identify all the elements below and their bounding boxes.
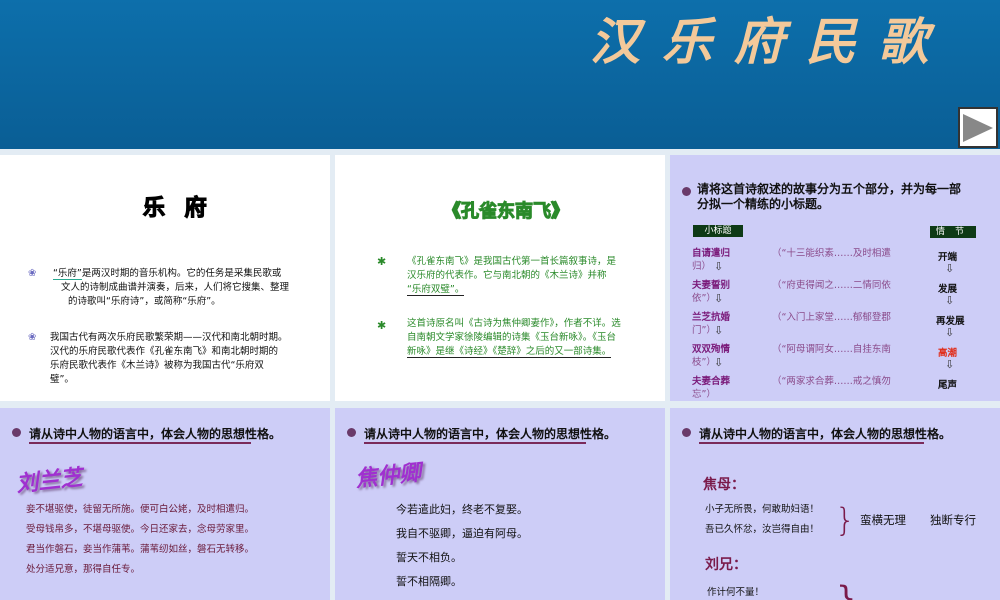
slide-title: 乐 府 [142,195,213,221]
section-title: 自请遣归 [692,248,731,259]
slide-thumbnail-peacock[interactable]: 《孔雀东南飞》 ✱ 《孔雀东南飞》是我国古代第一首长篇叙事诗，是 汉乐府的代表作… [335,155,665,401]
text: 妾不堪驱使，徒留无所施。便可白公姥，及时相遣归。 [26,504,255,515]
text: 自南朝文学家徐陵编辑的诗集《玉台新咏》。《玉台 [407,332,617,343]
quote-lines: 小子无所畏，何敢助妇语！ 吾已久怀忿，汝岂得自由！ [705,500,819,540]
quote-lines: 妾不堪驱使，徒留无所施。便可白公姥，及时相遣归。 受母钱帛多，不堪母驱使。今日还… [26,500,254,580]
section-quote-end: 枝”） [692,357,716,368]
slide-thumbnail-liulanzhi[interactable]: 请从诗中人物的语言中，体会人物的思想性格。 刘兰芝 妾不堪驱使，徒留无所施。便可… [0,408,330,600]
text: 受母钱帛多，不堪母驱使。今日还家去，念母劳家里。 [26,524,255,535]
plot-stage: 开端 [938,252,958,263]
quote-line: 作计何不量！ [707,587,765,598]
arrow-down-icon: ⇩ [714,292,724,305]
slide-thumbnail-yuefu[interactable]: 乐 府 ❀ “乐府”是两汉时期的音乐机构。它的任务是采集民歌或 文人的诗制成曲谱… [0,155,330,401]
text: 请将这首诗叙述的故事分为五个部分，并为每一部 [697,182,962,196]
header-banner: 汉乐府民歌 [0,0,1000,149]
text: 这首诗原名叫《古诗为焦仲卿妻作》，作者不详。选 [407,318,621,329]
section-title: 兰芝抗婚 [692,312,731,323]
next-slide-button[interactable] [958,107,998,148]
question: 请从诗中人物的语言中，体会人物的思想性格。 [29,427,282,441]
section-title: 夫妻誓别 [692,280,731,291]
section-title: 夫妻合葬 [692,376,731,387]
arrow-down-icon: ⇩ [714,260,724,273]
text: 璧”。 [50,374,74,385]
slide-thumbnail-structure[interactable]: 请将这首诗叙述的故事分为五个部分，并为每一部 分拟一个精练的小标题。 小标题 情… [670,155,1000,401]
text: 汉乐府的代表作。它与南北朝的《木兰诗》并称 [407,270,607,281]
quote-lines: 今若遣此妇，终老不复娶。 我自不驱卿，逼迫有阿母。 誓天不相负。 誓不相隔卿。 [396,498,528,594]
text: 是两汉时期的音乐机构。它的任务是采集民歌或 [81,268,282,279]
text: 誓天不相负。 [396,551,462,564]
character-name: 焦母： [703,477,745,493]
arrow-down-icon: ⇩ [945,262,955,275]
underline [29,442,251,444]
trait: 独断专行 [930,513,976,527]
text: “乐府” [53,268,82,280]
slide-thumbnail-jiaomu[interactable]: 请从诗中人物的语言中，体会人物的思想性格。 焦母： 小子无所畏，何敢助妇语！ 吾… [670,408,1000,600]
text: 誓不相隔卿。 [396,575,462,588]
text: 新咏》是继《诗经》《楚辞》之后的又一部诗集。 [407,346,612,358]
paragraph-1: ✱ 《孔雀东南飞》是我国古代第一首长篇叙事诗，是 汉乐府的代表作。它与南北朝的《… [377,255,665,297]
question: 请从诗中人物的语言中，体会人物的思想性格。 [699,427,952,441]
section-quote: （“府吏得闻之……二情同依 [772,280,891,291]
arrow-down-icon: ⇩ [945,326,955,339]
text: 乐府民歌代表作《木兰诗》被称为我国古代“乐府双 [50,360,264,371]
plot-stage: 再发展 [936,316,965,327]
bullet-icon [347,428,356,437]
flower-icon: ❀ [28,268,37,279]
underline [364,442,586,444]
slide-thumbnail-jiaozhongqing[interactable]: 请从诗中人物的语言中，体会人物的思想性格。 焦仲卿 今若遣此妇，终老不复娶。 我… [335,408,665,600]
brace-icon: } [836,579,857,600]
question: 请从诗中人物的语言中，体会人物的思想性格。 [364,427,617,441]
section-quote: （“阿母谓阿女……自挂东南 [772,344,891,355]
paragraph-1: ❀ “乐府”是两汉时期的音乐机构。它的任务是采集民歌或 文人的诗制成曲谱并演奏，… [28,267,328,309]
section-quote: （“入门上家堂……郁郁登郡 [772,312,891,323]
arrow-down-icon: ⇩ [945,294,955,307]
section-quote-end: 归） [692,261,712,272]
arrow-down-icon: ⇩ [714,324,724,337]
text: 的诗歌叫“乐府诗”，或简称“乐府”。 [68,296,221,307]
text: 君当作磐石，妾当作蒲苇。蒲苇纫如丝，磐石无转移。 [26,544,255,555]
character-name: 刘兄： [705,557,747,573]
plot-stage: 发展 [938,284,958,295]
flower-icon: ❀ [28,332,37,343]
text: 吾已久怀忿，汝岂得自由！ [705,524,820,535]
section-quote-end: 门”） [692,325,716,336]
leaf-icon: ✱ [377,319,387,332]
play-triangle-icon [963,113,993,142]
section-title: 双双殉情 [692,344,731,355]
text: 我自不驱卿，逼迫有阿母。 [396,527,528,540]
paragraph-2: ✱ 这首诗原名叫《古诗为焦仲卿妻作》，作者不详。选 自南朝文学家徐陵编辑的诗集《… [377,317,665,359]
bullet-icon [682,428,691,437]
text: 汉代的乐府民歌代表作《孔雀东南飞》和南北朝时期的 [50,346,279,357]
character-name: 焦仲卿 [354,460,423,493]
bullet-icon [682,187,691,196]
brace-icon: } [835,501,856,539]
character-name: 刘兰芝 [15,465,84,498]
text: 《孔雀东南飞》是我国古代第一首长篇叙事诗，是 [407,256,617,267]
plot-stage: 尾声 [938,380,958,391]
text: 今若遣此妇，终老不复娶。 [396,503,528,516]
page-title: 汉乐府民歌 [590,12,950,71]
text: 分拟一个精练的小标题。 [697,197,830,211]
arrow-down-icon: ⇩ [945,358,955,371]
slide-title: 《孔雀东南飞》 [443,201,570,223]
bullet-icon [12,428,21,437]
text: 处分适兄意，那得自任专。 [26,564,141,575]
plot-label: 情节 [930,226,976,238]
subtitle-label: 小标题 [693,225,743,237]
section-quote-end: 忘”） [692,389,716,400]
arrow-down-icon: ⇩ [714,356,724,369]
trait: 蛮横无理 [860,513,906,527]
question: 请将这首诗叙述的故事分为五个部分，并为每一部 分拟一个精练的小标题。 [697,182,961,212]
plot-stage: 高潮 [938,348,958,359]
underline [699,442,924,444]
section-quote: （“两家求合葬……戒之慎勿 [772,376,891,387]
text: 小子无所畏，何敢助妇语！ [705,504,820,515]
paragraph-2: ❀ 我国古代有两次乐府民歌繁荣期——汉代和南北朝时期。 汉代的乐府民歌代表作《孔… [28,331,328,387]
section-quote-end: 依”） [692,293,716,304]
text: “乐府双璧”。 [407,284,465,296]
section-quote: （“十三能织素……及时相遣 [772,248,891,259]
text: 文人的诗制成曲谱并演奏，后来，人们将它搜集、整理 [61,282,290,293]
text: 我国古代有两次乐府民歌繁荣期——汉代和南北朝时期。 [50,332,288,343]
leaf-icon: ✱ [377,255,387,268]
